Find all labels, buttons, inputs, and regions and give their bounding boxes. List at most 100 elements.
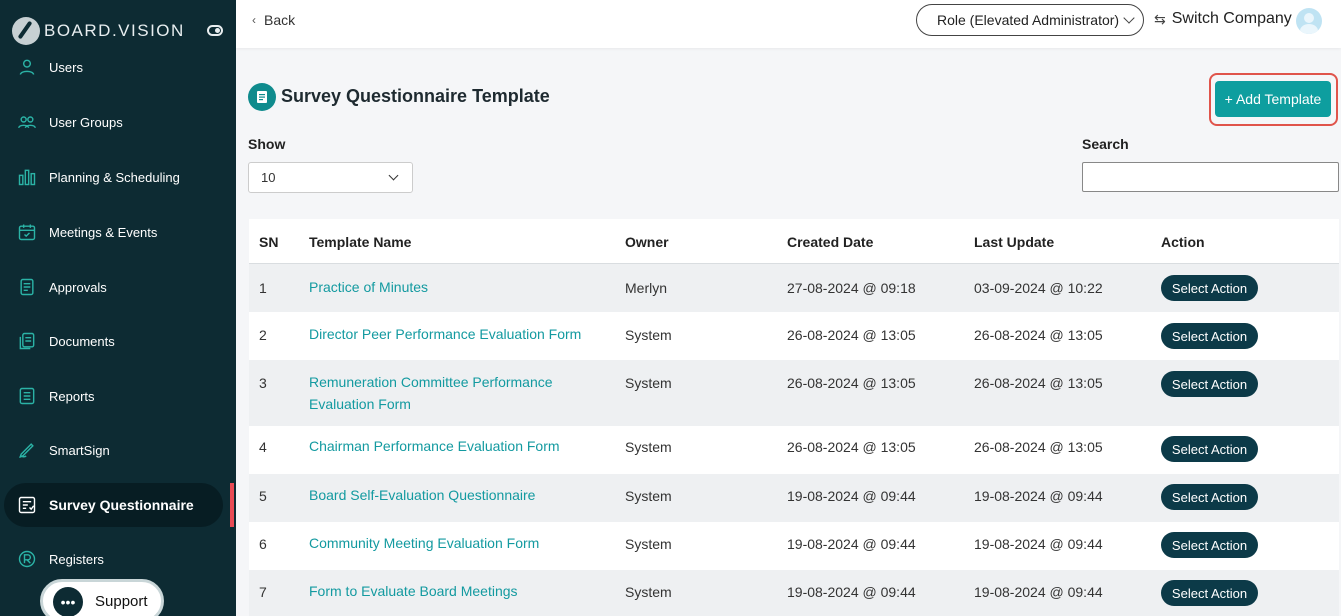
page-size-value: 10 — [261, 170, 276, 185]
reports-icon — [16, 385, 38, 407]
sidebar-item-label: Documents — [49, 333, 115, 349]
brand-name: BOARD.VISION — [44, 21, 185, 40]
chevron-left-icon: ‹ — [252, 13, 256, 27]
cell-sn: 5 — [259, 488, 267, 504]
cell-last-update: 26-08-2024 @ 13:05 — [974, 439, 1103, 455]
sidebar-item-label: Survey Questionnaire — [49, 497, 194, 513]
cell-last-update: 26-08-2024 @ 13:05 — [974, 327, 1103, 343]
sidebar-item-label: Users — [49, 59, 83, 75]
cell-last-update: 03-09-2024 @ 10:22 — [974, 280, 1103, 296]
search-input[interactable] — [1082, 162, 1339, 192]
select-action-button[interactable]: Select Action — [1161, 436, 1258, 462]
cell-created-date: 19-08-2024 @ 09:44 — [787, 584, 916, 600]
calendar-icon — [16, 221, 38, 243]
add-template-highlight: + Add Template — [1209, 73, 1338, 126]
bar-chart-icon — [16, 166, 38, 188]
cell-created-date: 26-08-2024 @ 13:05 — [787, 375, 916, 391]
table-header: SN Template Name Owner Created Date Last… — [249, 219, 1339, 264]
chevron-down-icon — [388, 170, 399, 181]
registers-icon — [16, 548, 38, 570]
sidebar-item-survey-questionnaire[interactable]: Survey Questionnaire — [4, 483, 223, 527]
back-link[interactable]: ‹ Back — [252, 12, 295, 28]
support-button[interactable]: ••• Support — [40, 579, 164, 616]
sidebar-item-documents[interactable]: Documents — [0, 319, 236, 363]
search-label: Search — [1082, 136, 1129, 152]
documents-icon — [16, 330, 38, 352]
brand-logo[interactable]: BOARD.VISION — [12, 16, 185, 46]
template-name-link[interactable]: Community Meeting Evaluation Form — [309, 532, 539, 554]
top-bar: ‹ Back Role (Elevated Administrator) ⇆ S… — [236, 0, 1341, 48]
survey-icon — [16, 494, 38, 516]
cell-last-update: 19-08-2024 @ 09:44 — [974, 584, 1103, 600]
table-row: 6 Community Meeting Evaluation Form Syst… — [249, 522, 1339, 570]
page-title: Survey Questionnaire Template — [281, 86, 550, 106]
document-icon — [248, 83, 276, 111]
cell-sn: 7 — [259, 584, 267, 600]
sidebar-item-label: Reports — [49, 388, 95, 404]
sidebar-item-label: SmartSign — [49, 442, 110, 458]
role-selector[interactable]: Role (Elevated Administrator) — [916, 4, 1144, 36]
cell-last-update: 19-08-2024 @ 09:44 — [974, 488, 1103, 504]
switch-company-label: Switch Company — [1171, 10, 1292, 27]
cell-owner: System — [625, 536, 672, 552]
template-name-link[interactable]: Board Self-Evaluation Questionnaire — [309, 484, 535, 506]
select-action-button[interactable]: Select Action — [1161, 580, 1258, 606]
table-row: 7 Form to Evaluate Board Meetings System… — [249, 570, 1339, 616]
role-label: Role (Elevated Administrator) — [937, 12, 1120, 28]
sidebar-item-user-groups[interactable]: User Groups — [0, 100, 236, 144]
template-name-link[interactable]: Remuneration Committee Performance Evalu… — [309, 371, 621, 415]
cell-created-date: 27-08-2024 @ 09:18 — [787, 280, 916, 296]
sidebar-item-planning[interactable]: Planning & Scheduling — [0, 155, 236, 199]
sidebar-toggle-icon[interactable] — [207, 25, 223, 36]
cell-sn: 2 — [259, 327, 267, 343]
select-action-button[interactable]: Select Action — [1161, 275, 1258, 301]
column-header-sn: SN — [259, 234, 279, 250]
table-row: 4 Chairman Performance Evaluation Form S… — [249, 426, 1339, 474]
select-action-button[interactable]: Select Action — [1161, 323, 1258, 349]
avatar[interactable] — [1296, 8, 1322, 34]
column-header-action: Action — [1161, 234, 1205, 250]
add-template-button[interactable]: + Add Template — [1215, 81, 1331, 117]
sidebar-item-registers[interactable]: Registers — [0, 537, 236, 581]
sidebar-item-smartsign[interactable]: SmartSign — [0, 428, 236, 472]
cell-sn: 4 — [259, 439, 267, 455]
chat-icon: ••• — [53, 587, 83, 616]
active-item-indicator — [230, 483, 234, 527]
cell-last-update: 19-08-2024 @ 09:44 — [974, 536, 1103, 552]
sidebar-item-approvals[interactable]: Approvals — [0, 265, 236, 309]
template-name-link[interactable]: Form to Evaluate Board Meetings — [309, 580, 518, 602]
table-row: 1 Practice of Minutes Merlyn 27-08-2024 … — [249, 264, 1339, 312]
select-action-button[interactable]: Select Action — [1161, 484, 1258, 510]
cell-owner: System — [625, 488, 672, 504]
template-name-link[interactable]: Chairman Performance Evaluation Form — [309, 435, 560, 457]
user-icon — [16, 56, 38, 78]
users-icon — [16, 111, 38, 133]
sidebar-item-meetings[interactable]: Meetings & Events — [0, 210, 236, 254]
board-vision-logo-icon — [12, 17, 40, 45]
cell-owner: System — [625, 584, 672, 600]
select-action-button[interactable]: Select Action — [1161, 371, 1258, 397]
switch-company-button[interactable]: ⇆ Switch Company — [1154, 10, 1292, 28]
select-action-button[interactable]: Select Action — [1161, 532, 1258, 558]
show-label: Show — [248, 136, 286, 152]
cell-sn: 6 — [259, 536, 267, 552]
column-header-created-date: Created Date — [787, 234, 874, 250]
sidebar-item-label: Meetings & Events — [49, 224, 158, 240]
cell-owner: System — [625, 439, 672, 455]
page-size-select[interactable]: 10 — [248, 162, 413, 193]
sidebar-item-label: Registers — [49, 551, 104, 567]
cell-created-date: 26-08-2024 @ 13:05 — [787, 439, 916, 455]
sidebar-item-users[interactable]: Users — [0, 45, 236, 89]
cell-owner: Merlyn — [625, 280, 668, 296]
sidebar-item-reports[interactable]: Reports — [0, 374, 236, 418]
pen-icon — [16, 439, 38, 461]
cell-created-date: 19-08-2024 @ 09:44 — [787, 536, 916, 552]
template-name-link[interactable]: Practice of Minutes — [309, 276, 428, 298]
cell-last-update: 26-08-2024 @ 13:05 — [974, 375, 1103, 391]
template-name-link[interactable]: Director Peer Performance Evaluation For… — [309, 323, 581, 345]
back-label: Back — [264, 12, 296, 28]
templates-table: SN Template Name Owner Created Date Last… — [249, 219, 1339, 616]
cell-sn: 3 — [259, 375, 267, 391]
cell-created-date: 26-08-2024 @ 13:05 — [787, 327, 916, 343]
table-row: 2 Director Peer Performance Evaluation F… — [249, 312, 1339, 360]
